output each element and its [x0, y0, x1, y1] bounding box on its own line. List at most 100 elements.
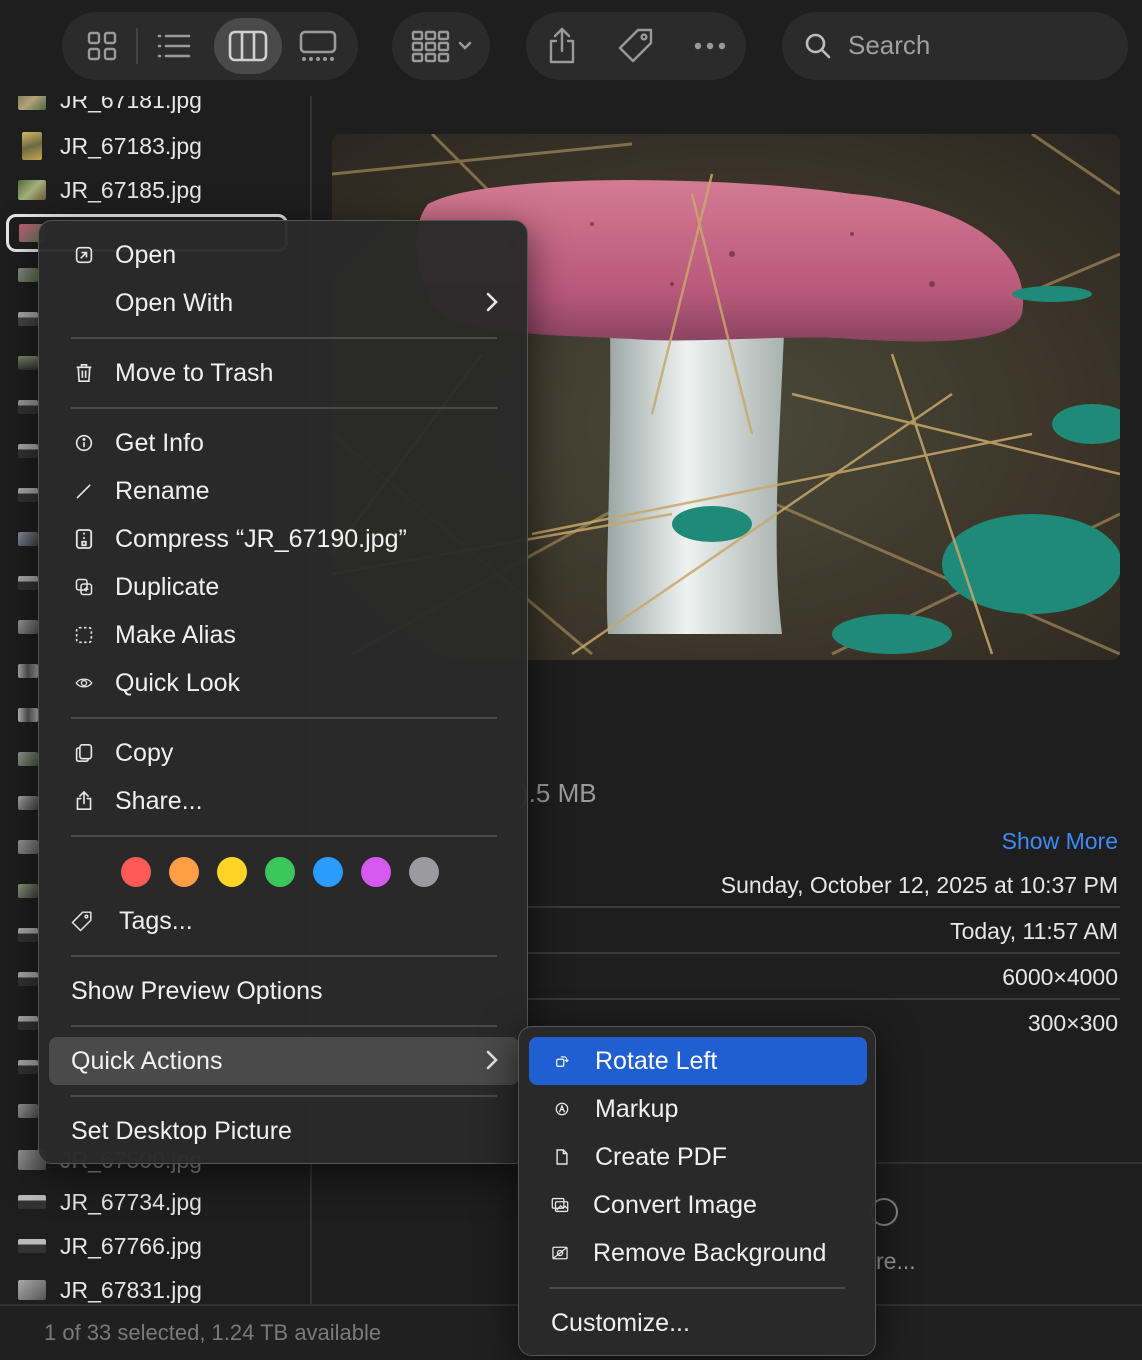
submenu-item-markup[interactable]: Markup [529, 1085, 867, 1133]
file-row[interactable]: JR_67183.jpg [18, 126, 202, 166]
file-row[interactable]: JR_67185.jpg [18, 170, 202, 210]
menu-item-duplicate[interactable]: Duplicate [49, 565, 519, 609]
menu-item-get-info[interactable]: Get Info [49, 421, 519, 465]
submenu-item-remove-background[interactable]: Remove Background [529, 1229, 867, 1277]
modified-date: Today, 11:57 AM [950, 918, 1118, 944]
file-size-text: ).5 MB [520, 778, 597, 808]
resolution-value: 300×300 [1027, 1010, 1118, 1036]
more-icon[interactable] [690, 26, 730, 66]
info-icon [49, 432, 93, 454]
icon-view-icon[interactable] [80, 26, 124, 66]
tag-icon [49, 906, 93, 936]
eye-icon [49, 673, 93, 693]
file-thumbnail [18, 356, 38, 370]
share-icon [49, 789, 93, 813]
submenu-item-rotate-left[interactable]: Rotate Left [529, 1037, 867, 1085]
file-thumbnail [18, 708, 38, 722]
file-thumbnail [18, 312, 38, 326]
share-icon[interactable] [542, 24, 582, 68]
document-icon [529, 1145, 569, 1169]
submenu-item-customize[interactable]: Customize... [529, 1299, 867, 1347]
search-placeholder[interactable]: Search [848, 30, 930, 61]
show-more-link[interactable]: Show More [1002, 828, 1118, 855]
tag-color-blue[interactable] [313, 857, 343, 887]
file-name: JR_67766.jpg [60, 1232, 202, 1259]
menu-item-quick-look[interactable]: Quick Look [49, 661, 519, 705]
trash-icon [49, 361, 93, 385]
menu-divider [71, 407, 497, 409]
file-row[interactable]: JR_67181.jpg [18, 96, 202, 120]
duplicate-icon [49, 575, 93, 599]
toolbar-separator [136, 28, 138, 64]
file-name: JR_67734.jpg [60, 1188, 202, 1215]
menu-item-set-desktop-picture[interactable]: Set Desktop Picture [49, 1109, 519, 1153]
menu-item-compress[interactable]: Compress “JR_67190.jpg” [49, 517, 519, 561]
meta-divider [520, 952, 1120, 954]
archive-icon [49, 527, 93, 551]
menu-item-copy[interactable]: Copy [49, 731, 519, 775]
alias-icon [49, 624, 93, 646]
menu-item-make-alias[interactable]: Make Alias [49, 613, 519, 657]
menu-divider [71, 835, 497, 837]
more-button-label[interactable]: re... [876, 1248, 916, 1275]
menu-divider [71, 337, 497, 339]
menu-item-show-preview-options[interactable]: Show Preview Options [49, 969, 519, 1013]
file-thumbnail [18, 1280, 46, 1300]
file-thumbnail [18, 620, 38, 634]
file-thumbnail [18, 576, 38, 590]
file-thumbnail [18, 1239, 46, 1253]
meta-divider [520, 906, 1120, 908]
file-thumbnail [18, 180, 46, 200]
tag-color-gray[interactable] [409, 857, 439, 887]
file-row[interactable]: JR_67831.jpg [18, 1270, 202, 1304]
menu-item-open-with[interactable]: Open With [49, 281, 519, 325]
group-icon[interactable] [406, 26, 478, 66]
gallery-view-icon[interactable] [296, 26, 340, 66]
file-thumbnail [18, 1016, 38, 1030]
submenu-item-create-pdf[interactable]: Create PDF [529, 1133, 867, 1181]
tag-color-yellow[interactable] [217, 857, 247, 887]
tag-color-orange[interactable] [169, 857, 199, 887]
menu-item-rename[interactable]: Rename [49, 469, 519, 513]
menu-item-move-to-trash[interactable]: Move to Trash [49, 351, 519, 395]
file-thumbnail [18, 972, 38, 986]
file-row[interactable]: JR_67734.jpg [18, 1182, 202, 1222]
context-menu: Open Open With Move to Trash Get Info Re… [38, 220, 528, 1164]
menu-item-open[interactable]: Open [49, 233, 519, 277]
menu-item-quick-actions[interactable]: Quick Actions [49, 1037, 519, 1085]
status-text: 1 of 33 selected, 1.24 TB available [44, 1320, 382, 1345]
created-date: Sunday, October 12, 2025 at 10:37 PM [720, 872, 1118, 898]
open-icon [49, 244, 93, 266]
column-view-icon[interactable] [226, 26, 270, 66]
menu-item-tags[interactable]: Tags... [49, 899, 519, 943]
submenu-item-convert-image[interactable]: Convert Image [529, 1181, 867, 1229]
file-thumbnail [22, 132, 42, 160]
file-thumbnail [18, 268, 38, 282]
menu-divider [71, 717, 497, 719]
file-thumbnail [18, 1104, 38, 1118]
file-name: JR_67185.jpg [60, 176, 202, 203]
file-row[interactable]: JR_67766.jpg [18, 1226, 202, 1266]
file-thumbnail [18, 400, 38, 414]
file-name: JR_67831.jpg [60, 1276, 202, 1303]
tag-color-green[interactable] [265, 857, 295, 887]
menu-item-share[interactable]: Share... [49, 779, 519, 823]
file-thumbnail [18, 488, 38, 502]
chevron-right-icon [485, 1049, 499, 1076]
tag-icon[interactable] [614, 26, 658, 66]
file-thumbnail [18, 796, 38, 810]
meta-divider [520, 998, 1120, 1000]
menu-divider [71, 955, 497, 957]
tag-color-purple[interactable] [361, 857, 391, 887]
menu-divider [71, 1095, 497, 1097]
list-view-icon[interactable] [152, 26, 196, 66]
menu-divider [549, 1287, 845, 1289]
file-thumbnail [18, 1195, 46, 1209]
tag-color-red[interactable] [121, 857, 151, 887]
file-thumbnail [18, 884, 38, 898]
menu-divider [71, 1025, 497, 1027]
file-thumbnail [18, 444, 38, 458]
file-thumbnail [18, 752, 38, 766]
dimensions-value: 6000×4000 [1002, 964, 1118, 990]
quick-actions-submenu: Rotate Left Markup Create PDF Convert Im… [518, 1026, 876, 1356]
